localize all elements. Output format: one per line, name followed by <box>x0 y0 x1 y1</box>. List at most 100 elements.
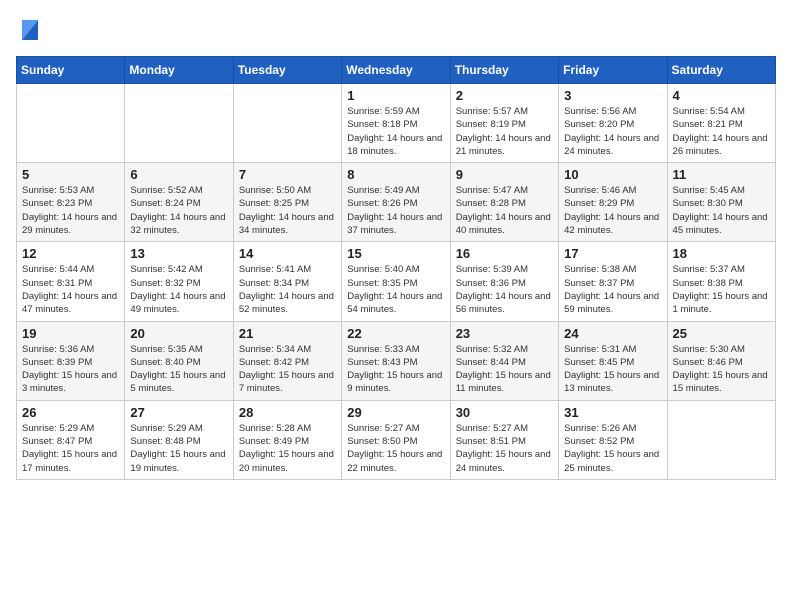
day-number: 10 <box>564 167 661 182</box>
day-info: Sunrise: 5:46 AM Sunset: 8:29 PM Dayligh… <box>564 184 661 237</box>
calendar-cell: 24Sunrise: 5:31 AM Sunset: 8:45 PM Dayli… <box>559 321 667 400</box>
day-number: 31 <box>564 405 661 420</box>
calendar-cell: 23 Sunrise: 5:32 AM Sunset: 8:44 PM Dayli… <box>450 321 558 400</box>
day-number: 24 <box>564 326 661 341</box>
logo-icon <box>18 16 42 44</box>
day-number: 3 <box>564 88 661 103</box>
day-info: Sunrise: 5:42 AM Sunset: 8:32 PM Dayligh… <box>130 263 227 316</box>
day-info: Sunrise: 5:41 AM Sunset: 8:34 PM Dayligh… <box>239 263 336 316</box>
calendar-cell: 18Sunrise: 5:37 AM Sunset: 8:38 PM Dayli… <box>667 242 775 321</box>
day-info: Sunrise: 5:36 AM Sunset: 8:39 PM Dayligh… <box>22 343 119 396</box>
day-number: 9 <box>456 167 553 182</box>
calendar-cell: 16 Sunrise: 5:39 AM Sunset: 8:36 PM Dayli… <box>450 242 558 321</box>
calendar-header-row: SundayMondayTuesdayWednesdayThursdayFrid… <box>17 57 776 84</box>
day-number: 4 <box>673 88 770 103</box>
day-info: Sunrise: 5:39 AM Sunset: 8:36 PM Dayligh… <box>456 263 553 316</box>
day-number: 2 <box>456 88 553 103</box>
day-info: Sunrise: 5:45 AM Sunset: 8:30 PM Dayligh… <box>673 184 770 237</box>
calendar-week-row: 19 Sunrise: 5:36 AM Sunset: 8:39 PM Dayli… <box>17 321 776 400</box>
calendar-cell: 7 Sunrise: 5:50 AM Sunset: 8:25 PM Daylig… <box>233 163 341 242</box>
calendar-week-row: 26 Sunrise: 5:29 AM Sunset: 8:47 PM Dayli… <box>17 400 776 479</box>
day-number: 1 <box>347 88 444 103</box>
day-info: Sunrise: 5:27 AM Sunset: 8:51 PM Dayligh… <box>456 422 553 475</box>
day-number: 8 <box>347 167 444 182</box>
day-info: Sunrise: 5:29 AM Sunset: 8:48 PM Dayligh… <box>130 422 227 475</box>
day-info: Sunrise: 5:34 AM Sunset: 8:42 PM Dayligh… <box>239 343 336 396</box>
day-number: 26 <box>22 405 119 420</box>
day-header-monday: Monday <box>125 57 233 84</box>
day-header-wednesday: Wednesday <box>342 57 450 84</box>
day-info: Sunrise: 5:53 AM Sunset: 8:23 PM Dayligh… <box>22 184 119 237</box>
day-info: Sunrise: 5:27 AM Sunset: 8:50 PM Dayligh… <box>347 422 444 475</box>
calendar-cell: 21 Sunrise: 5:34 AM Sunset: 8:42 PM Dayli… <box>233 321 341 400</box>
calendar-week-row: 12Sunrise: 5:44 AM Sunset: 8:31 PM Dayli… <box>17 242 776 321</box>
day-info: Sunrise: 5:54 AM Sunset: 8:21 PM Dayligh… <box>673 105 770 158</box>
calendar-cell: 12Sunrise: 5:44 AM Sunset: 8:31 PM Dayli… <box>17 242 125 321</box>
day-number: 5 <box>22 167 119 182</box>
day-info: Sunrise: 5:35 AM Sunset: 8:40 PM Dayligh… <box>130 343 227 396</box>
day-info: Sunrise: 5:37 AM Sunset: 8:38 PM Dayligh… <box>673 263 770 316</box>
day-number: 15 <box>347 246 444 261</box>
calendar-cell: 28Sunrise: 5:28 AM Sunset: 8:49 PM Dayli… <box>233 400 341 479</box>
day-info: Sunrise: 5:29 AM Sunset: 8:47 PM Dayligh… <box>22 422 119 475</box>
calendar-week-row: 1 Sunrise: 5:59 AM Sunset: 8:18 PM Daylig… <box>17 84 776 163</box>
calendar-cell: 20Sunrise: 5:35 AM Sunset: 8:40 PM Dayli… <box>125 321 233 400</box>
calendar-cell: 19 Sunrise: 5:36 AM Sunset: 8:39 PM Dayli… <box>17 321 125 400</box>
day-number: 30 <box>456 405 553 420</box>
calendar-cell: 27 Sunrise: 5:29 AM Sunset: 8:48 PM Dayli… <box>125 400 233 479</box>
calendar-cell: 14 Sunrise: 5:41 AM Sunset: 8:34 PM Dayli… <box>233 242 341 321</box>
calendar-cell: 6Sunrise: 5:52 AM Sunset: 8:24 PM Daylig… <box>125 163 233 242</box>
day-number: 22 <box>347 326 444 341</box>
day-number: 25 <box>673 326 770 341</box>
calendar-cell: 15 Sunrise: 5:40 AM Sunset: 8:35 PM Dayli… <box>342 242 450 321</box>
day-header-saturday: Saturday <box>667 57 775 84</box>
calendar-cell: 26 Sunrise: 5:29 AM Sunset: 8:47 PM Dayli… <box>17 400 125 479</box>
day-number: 23 <box>456 326 553 341</box>
day-number: 6 <box>130 167 227 182</box>
page-header <box>16 16 776 44</box>
day-info: Sunrise: 5:38 AM Sunset: 8:37 PM Dayligh… <box>564 263 661 316</box>
day-info: Sunrise: 5:40 AM Sunset: 8:35 PM Dayligh… <box>347 263 444 316</box>
calendar-cell: 30 Sunrise: 5:27 AM Sunset: 8:51 PM Dayli… <box>450 400 558 479</box>
calendar-cell: 10 Sunrise: 5:46 AM Sunset: 8:29 PM Dayli… <box>559 163 667 242</box>
day-info: Sunrise: 5:32 AM Sunset: 8:44 PM Dayligh… <box>456 343 553 396</box>
day-header-thursday: Thursday <box>450 57 558 84</box>
day-header-tuesday: Tuesday <box>233 57 341 84</box>
calendar-cell <box>667 400 775 479</box>
day-number: 16 <box>456 246 553 261</box>
day-number: 7 <box>239 167 336 182</box>
day-number: 17 <box>564 246 661 261</box>
day-info: Sunrise: 5:57 AM Sunset: 8:19 PM Dayligh… <box>456 105 553 158</box>
day-number: 19 <box>22 326 119 341</box>
calendar-table: SundayMondayTuesdayWednesdayThursdayFrid… <box>16 56 776 480</box>
calendar-cell <box>233 84 341 163</box>
calendar-cell: 1 Sunrise: 5:59 AM Sunset: 8:18 PM Daylig… <box>342 84 450 163</box>
day-header-sunday: Sunday <box>17 57 125 84</box>
day-info: Sunrise: 5:50 AM Sunset: 8:25 PM Dayligh… <box>239 184 336 237</box>
day-info: Sunrise: 5:30 AM Sunset: 8:46 PM Dayligh… <box>673 343 770 396</box>
day-number: 21 <box>239 326 336 341</box>
logo-text-block <box>16 16 42 44</box>
calendar-cell: 25 Sunrise: 5:30 AM Sunset: 8:46 PM Dayli… <box>667 321 775 400</box>
calendar-cell: 4 Sunrise: 5:54 AM Sunset: 8:21 PM Daylig… <box>667 84 775 163</box>
calendar-cell: 3Sunrise: 5:56 AM Sunset: 8:20 PM Daylig… <box>559 84 667 163</box>
calendar-cell: 31Sunrise: 5:26 AM Sunset: 8:52 PM Dayli… <box>559 400 667 479</box>
calendar-cell: 5 Sunrise: 5:53 AM Sunset: 8:23 PM Daylig… <box>17 163 125 242</box>
calendar-cell: 2 Sunrise: 5:57 AM Sunset: 8:19 PM Daylig… <box>450 84 558 163</box>
day-header-friday: Friday <box>559 57 667 84</box>
day-number: 29 <box>347 405 444 420</box>
day-info: Sunrise: 5:59 AM Sunset: 8:18 PM Dayligh… <box>347 105 444 158</box>
day-number: 14 <box>239 246 336 261</box>
calendar-cell: 17 Sunrise: 5:38 AM Sunset: 8:37 PM Dayli… <box>559 242 667 321</box>
day-info: Sunrise: 5:47 AM Sunset: 8:28 PM Dayligh… <box>456 184 553 237</box>
day-number: 11 <box>673 167 770 182</box>
calendar-cell: 29 Sunrise: 5:27 AM Sunset: 8:50 PM Dayli… <box>342 400 450 479</box>
calendar-cell: 11 Sunrise: 5:45 AM Sunset: 8:30 PM Dayli… <box>667 163 775 242</box>
calendar-week-row: 5 Sunrise: 5:53 AM Sunset: 8:23 PM Daylig… <box>17 163 776 242</box>
calendar-cell: 9 Sunrise: 5:47 AM Sunset: 8:28 PM Daylig… <box>450 163 558 242</box>
day-number: 12 <box>22 246 119 261</box>
day-info: Sunrise: 5:28 AM Sunset: 8:49 PM Dayligh… <box>239 422 336 475</box>
day-number: 27 <box>130 405 227 420</box>
logo <box>16 16 42 44</box>
calendar-cell <box>17 84 125 163</box>
